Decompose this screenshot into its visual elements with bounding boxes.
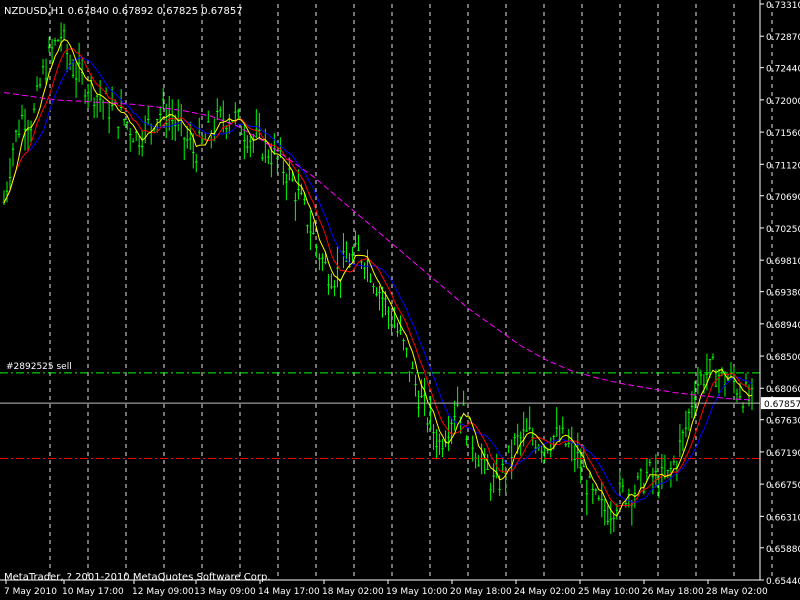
y-tick-label: 0.69810: [766, 257, 800, 267]
y-tick-label: 0.71560: [766, 129, 800, 139]
y-tick-label: 0.67190: [766, 449, 800, 459]
y-tick-label: 0.72000: [766, 97, 800, 107]
x-tick-label: 7 May 2010: [4, 587, 57, 597]
candles-group: [2, 22, 754, 534]
ma-slow-line: [3, 56, 753, 503]
y-tick-label: 0.69380: [766, 289, 800, 299]
y-tick-label: 0.71120: [766, 161, 800, 171]
x-tick-label: 25 May 10:00: [578, 587, 640, 597]
y-tick-label: 0.68500: [766, 353, 800, 363]
y-tick-label: 0.67630: [766, 417, 800, 427]
y-tick-label: 0.66750: [766, 481, 800, 491]
x-tick-label: 28 May 02:00: [706, 587, 768, 597]
axes: 0.73310 0.72870 0.72440 0.72000 0.71560 0.711…: [0, 0, 800, 597]
moving-averages: [3, 38, 753, 517]
y-tick-label: 0.68940: [766, 321, 800, 331]
y-tick-label: 0.65440: [766, 577, 800, 587]
grid-lines: [49, 4, 773, 580]
y-tick-label: 0.66310: [766, 513, 800, 523]
x-tick-label: 12 May 09:00: [132, 587, 194, 597]
ma-mid-line: [3, 48, 753, 507]
x-tick-label: 10 May 17:00: [62, 587, 124, 597]
y-tick-label: 0.72870: [766, 33, 800, 43]
x-tick-label: 18 May 02:00: [322, 587, 384, 597]
chart-title: NZDUSD,H1 0.67840 0.67892 0.67825 0.6785…: [4, 6, 243, 17]
current-price-label: 0.67857: [764, 400, 800, 410]
y-tick-label: 0.70690: [766, 193, 800, 203]
x-tick-label: 19 May 10:00: [386, 587, 448, 597]
y-tick-label: 0.68060: [766, 385, 800, 395]
y-tick-label: 0.65880: [766, 545, 800, 555]
price-chart[interactable]: #2892525 sell 0.67857 0.73310 0.72870 0.724…: [0, 0, 800, 600]
x-tick-label: 26 May 18:00: [642, 587, 704, 597]
copyright-text: MetaTrader, ? 2001-2010 MetaQuotes Softw…: [4, 572, 270, 583]
x-tick-label: 14 May 17:00: [258, 587, 320, 597]
ma-long-line: [3, 92, 753, 401]
x-tick-label: 20 May 18:00: [450, 587, 512, 597]
y-tick-label: 0.73310: [766, 1, 800, 11]
x-tick-label: 24 May 02:00: [514, 587, 576, 597]
ma-fast-line: [3, 38, 753, 517]
x-tick-label: 13 May 09:00: [194, 587, 256, 597]
y-tick-label: 0.70250: [766, 225, 800, 235]
y-tick-label: 0.72440: [766, 65, 800, 75]
order-label: #2892525 sell: [6, 362, 72, 372]
